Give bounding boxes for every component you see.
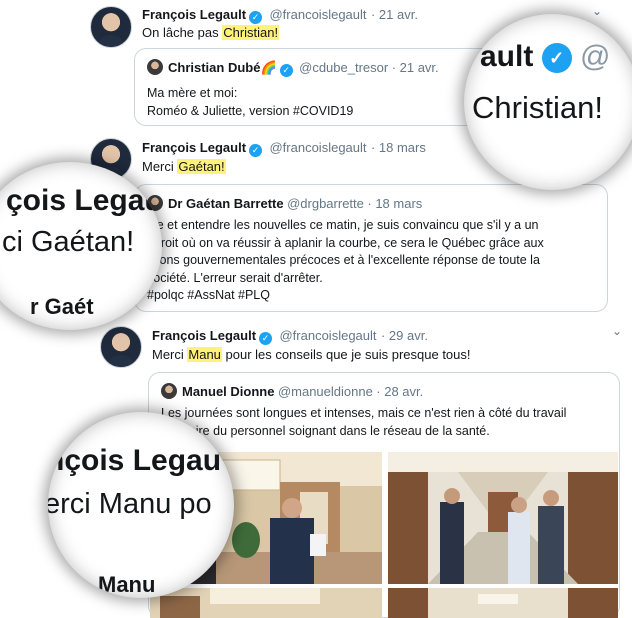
tweet-date[interactable]: · 18 mars xyxy=(371,140,426,155)
author-handle[interactable]: @francoislegault xyxy=(269,140,366,155)
avatar xyxy=(161,383,177,399)
zoom-circle-christian: ault ✓ @ Christian! xyxy=(464,14,632,190)
zoom-text: Christian! xyxy=(472,90,603,125)
highlight: Manu xyxy=(187,347,222,362)
author-handle[interactable]: @francoislegault xyxy=(279,328,376,343)
verified-icon: ✓ xyxy=(541,43,572,73)
quote-author: Christian Dubé🌈 xyxy=(168,60,277,75)
zoom-text: ci Gaétan! xyxy=(2,226,135,258)
quote-handle: @cdube_tresor xyxy=(299,60,389,75)
chevron-down-icon[interactable]: ⌄ xyxy=(612,324,622,338)
tweet-text: On lâche pas Christian! xyxy=(142,25,280,40)
verified-icon: ✓ xyxy=(279,64,293,77)
quote-line: Les journées sont longues et intenses, m… xyxy=(161,406,567,420)
photo-bottom-right[interactable] xyxy=(388,588,618,618)
quote-hashtags[interactable]: #polqc #AssNat #PLQ xyxy=(147,287,544,305)
tweet-date[interactable]: · 21 avr. xyxy=(371,7,418,22)
highlight: Christian! xyxy=(222,25,280,40)
quote-line: lire et entendre les nouvelles ce matin,… xyxy=(147,218,539,232)
highlight: Gaétan! xyxy=(177,159,226,174)
quote-date: · 18 mars xyxy=(367,196,423,211)
quote-handle: @drgbarrette xyxy=(287,196,364,211)
tweet-text: Merci Manu pour les conseils que je suis… xyxy=(152,347,471,362)
zoom-text: @ xyxy=(580,40,611,73)
quote-author: Dr Gaétan Barrette xyxy=(168,196,284,211)
avatar[interactable] xyxy=(100,326,142,368)
photo-hallway-right[interactable] xyxy=(388,452,618,584)
verified-icon: ✓ xyxy=(249,144,263,157)
zoom-circle-manu: nçois Legau erci Manu po Manu xyxy=(48,412,234,598)
quote-handle: @manueldionne xyxy=(277,384,373,399)
author-name[interactable]: François Legault xyxy=(142,140,246,155)
quote-line: ctions gouvernementales précoces et à l'… xyxy=(147,253,540,267)
zoom-text: r Gaét xyxy=(30,294,94,319)
zoom-text: çois Legau xyxy=(6,184,162,217)
quote-line: société. L'erreur serait d'arrêter. xyxy=(147,270,323,285)
photo-bottom-left[interactable] xyxy=(150,588,382,618)
zoom-text: Manu xyxy=(98,572,156,597)
avatar[interactable] xyxy=(90,6,132,48)
quote-line: ordinaire du personnel soignant dans le … xyxy=(161,423,490,438)
author-name[interactable]: François Legault xyxy=(142,7,246,22)
tweet-date[interactable]: · 29 avr. xyxy=(381,328,428,343)
quote-line: Roméo & Juliette, version #COVID19 xyxy=(147,103,354,118)
zoom-text: ault xyxy=(480,40,534,73)
quote-line: Ma mère et moi: xyxy=(147,86,238,100)
verified-icon: ✓ xyxy=(249,11,263,24)
tweet-text: Merci Gaétan! xyxy=(142,159,226,174)
quote-author: Manuel Dionne xyxy=(182,384,275,399)
zoom-text: nçois Legau xyxy=(48,444,222,477)
quote-line: ndroit où on va réussir à aplanir la cou… xyxy=(147,235,544,250)
avatar xyxy=(147,59,163,75)
verified-icon: ✓ xyxy=(259,332,273,345)
author-name[interactable]: François Legault xyxy=(152,328,256,343)
quoted-tweet[interactable]: Dr Gaétan Barrette @drgbarrette · 18 mar… xyxy=(134,184,608,312)
quote-date: · 21 avr. xyxy=(391,60,439,75)
quote-date: · 28 avr. xyxy=(376,384,424,399)
author-handle[interactable]: @francoislegault xyxy=(269,7,366,22)
zoom-text: erci Manu po xyxy=(48,488,212,520)
chevron-down-icon[interactable]: ⌄ xyxy=(592,4,602,18)
